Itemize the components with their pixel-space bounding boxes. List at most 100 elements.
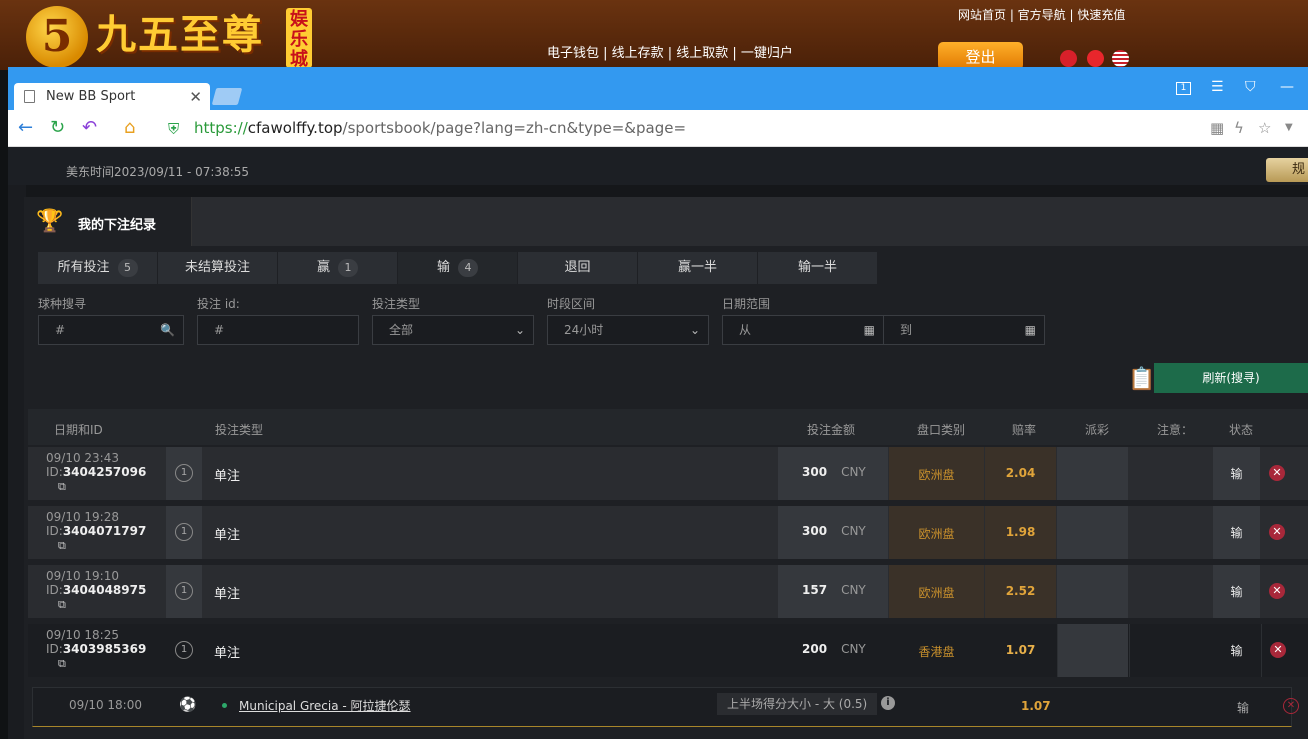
- tab-win[interactable]: 赢1: [278, 252, 398, 284]
- match-link[interactable]: Municipal Grecia - 阿拉捷伦瑟: [239, 697, 411, 714]
- status-icon-cell: ✕: [1261, 506, 1308, 559]
- copy-icon[interactable]: ⧉: [58, 480, 66, 493]
- copy-icon[interactable]: ⧉: [58, 539, 66, 552]
- sport-search-input[interactable]: # 🔍: [38, 315, 184, 345]
- hk-flag-icon[interactable]: [1060, 50, 1077, 67]
- status-icon-cell: ✕: [1261, 565, 1308, 618]
- market-cell: 香港盘: [889, 624, 984, 677]
- star-icon[interactable]: ☆: [1258, 119, 1271, 137]
- copy-icon[interactable]: ⧉: [58, 598, 66, 611]
- shield-icon: ⛨: [168, 120, 180, 138]
- col-date-id: 日期和ID: [54, 423, 103, 437]
- logo-text: 九五至尊: [96, 11, 264, 58]
- note-cell: [1129, 624, 1212, 677]
- back-icon[interactable]: ←: [18, 118, 33, 138]
- odds-cell: 1.07: [985, 624, 1056, 677]
- tab-half-win[interactable]: 赢一半: [638, 252, 758, 284]
- table-row[interactable]: 09/10 23:43 ID:3404257096 ⧉ 1 单注 300 CNY 欧洲…: [28, 447, 1308, 500]
- browser-tab[interactable]: New BB Sport ✕: [14, 83, 210, 110]
- lose-icon: ✕: [1269, 524, 1285, 540]
- col-status: 状态: [1229, 423, 1254, 437]
- home-icon[interactable]: ⌂: [124, 118, 135, 138]
- market-cell: 欧洲盘: [889, 447, 984, 500]
- odds-cell: 2.04: [985, 447, 1056, 500]
- menu-icon[interactable]: ☰: [1211, 79, 1224, 95]
- table-row[interactable]: 09/10 19:10 ID:3404048975 ⧉ 1 单注 157 CNY 欧洲…: [28, 565, 1308, 618]
- col-note: 注意：: [1157, 423, 1194, 437]
- bet-selection: 上半场得分大小 - 大 (0.5): [717, 693, 878, 715]
- bet-detail-row[interactable]: 09/10 18:00 ⚽ Municipal Grecia - 阿拉捷伦瑟 上…: [32, 687, 1299, 727]
- url-host: cfawolffy.top: [247, 119, 343, 137]
- payout-cell: [1057, 447, 1128, 500]
- col-odds: 赔率: [1012, 423, 1037, 437]
- date-from-input[interactable]: 从 ▦: [722, 315, 884, 345]
- table-row[interactable]: 09/10 19:28 ID:3404071797 ⧉ 1 单注 300 CNY 欧洲…: [28, 506, 1308, 559]
- leg-count-cell: 1: [166, 447, 202, 500]
- qr-icon[interactable]: ▦: [1210, 119, 1224, 137]
- info-icon[interactable]: i: [881, 696, 895, 710]
- clipboard-icon[interactable]: 📋: [1128, 367, 1155, 392]
- bet-history-tab[interactable]: 🏆 我的下注纪录: [24, 197, 192, 246]
- close-tab-icon[interactable]: ✕: [189, 83, 202, 111]
- match-date: 09/10 18:00: [69, 698, 142, 712]
- bet-type-cell: 单注: [214, 469, 241, 484]
- cn-flag-icon[interactable]: [1087, 50, 1104, 67]
- lightning-icon[interactable]: ϟ: [1234, 119, 1244, 137]
- status-cell: 输: [1213, 506, 1260, 559]
- bet-type-select[interactable]: 全部 ⌄: [372, 315, 534, 345]
- date-to-input[interactable]: 到 ▦: [883, 315, 1045, 345]
- count-icon: 1: [175, 464, 193, 482]
- logo-badge: 娱乐城: [286, 8, 312, 70]
- amount-cell: 300 CNY: [778, 447, 888, 500]
- refresh-search-button[interactable]: 刷新(搜寻): [1154, 363, 1308, 393]
- date-range-label: 日期范围: [722, 297, 771, 311]
- tab-count-icon[interactable]: 1: [1176, 82, 1191, 95]
- url-protocol: https://: [194, 119, 248, 137]
- new-tab-button[interactable]: [211, 88, 243, 105]
- trophy-icon: 🏆: [36, 209, 64, 234]
- status-icon-cell: ✕: [1261, 624, 1308, 677]
- site-banner: 5 九五至尊 娱乐城 网站首页 | 官方导航 | 快速充值 电子钱包 | 线上存…: [0, 0, 1308, 70]
- skin-icon[interactable]: ⛉: [1245, 79, 1256, 95]
- us-flag-icon[interactable]: [1112, 50, 1129, 67]
- account-links[interactable]: 电子钱包 | 线上存款 | 线上取款 | 一键归户: [547, 42, 793, 61]
- url-field[interactable]: https://cfawolffy.top/sportsbook/page?la…: [194, 119, 686, 137]
- amount-cell: 300 CNY: [778, 506, 888, 559]
- lose-icon: ✕: [1269, 465, 1285, 481]
- calendar-icon: ▦: [1024, 323, 1036, 337]
- tab-refund[interactable]: 退回: [518, 252, 638, 284]
- status-cell: 输: [1213, 565, 1260, 618]
- tab-lose[interactable]: 输4: [398, 252, 518, 284]
- leg-count-cell: 1: [166, 565, 202, 618]
- copy-icon[interactable]: ⧉: [58, 657, 66, 670]
- payout-cell: [1057, 624, 1128, 677]
- status-cell: 输: [1213, 447, 1260, 500]
- top-links[interactable]: 网站首页 | 官方导航 | 快速充值: [958, 6, 1125, 23]
- search-icon: 🔍: [160, 323, 175, 337]
- refresh-icon[interactable]: ↻: [50, 118, 65, 138]
- minimize-icon[interactable]: —: [1280, 79, 1294, 95]
- bet-id-label: 投注 id:: [197, 297, 240, 311]
- rules-button[interactable]: 规则: [1266, 158, 1308, 182]
- tab-all-bets[interactable]: 所有投注 5: [38, 252, 158, 284]
- calendar-icon: ▦: [863, 323, 875, 337]
- logout-button[interactable]: 登出: [938, 42, 1023, 70]
- detail-odds: 1.07: [1021, 699, 1051, 713]
- note-cell: [1129, 565, 1212, 618]
- bet-id-input[interactable]: #: [197, 315, 359, 345]
- period-select[interactable]: 24小时 ⌄: [547, 315, 709, 345]
- table-row[interactable]: 09/10 18:25 ID:3403985369 ⧉ 1 单注 200 CNY 香港…: [28, 624, 1308, 677]
- tab-bar: New BB Sport ✕ 1 ☰ ⛉ —: [8, 67, 1308, 110]
- chevron-down-icon: ⌄: [689, 323, 700, 337]
- leg-count-cell: 1: [166, 624, 202, 677]
- tab-half-lose[interactable]: 输一半: [758, 252, 878, 284]
- url-path: /sportsbook/page?lang=zh-cn&type=&page=: [342, 119, 687, 137]
- bet-type-cell: 单注: [214, 528, 241, 543]
- count-icon: 1: [175, 523, 193, 541]
- date-id-cell: 09/10 19:10 ID:3404048975 ⧉: [46, 569, 147, 611]
- tab-unsettled[interactable]: 未结算投注: [158, 252, 278, 284]
- market-cell: 欧洲盘: [889, 506, 984, 559]
- chevron-down-icon[interactable]: ▼: [1285, 122, 1293, 133]
- eastern-time: 美东时间2023/09/11 - 07:38:55: [66, 165, 250, 179]
- undo-icon[interactable]: ↶: [82, 118, 97, 138]
